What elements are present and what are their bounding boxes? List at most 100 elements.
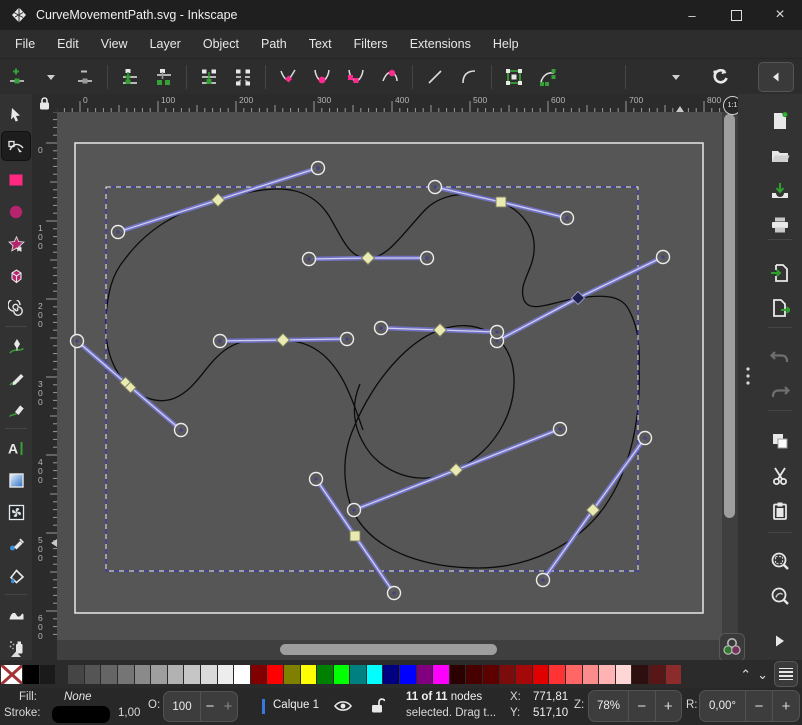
menu-view[interactable]: View <box>90 33 139 55</box>
swatch-7a0c0c[interactable] <box>500 665 516 684</box>
swatch-008080[interactable] <box>350 665 366 684</box>
swatch-e00000[interactable] <box>533 665 549 684</box>
swatch-000000[interactable] <box>23 665 39 684</box>
swatch-b2b2b2[interactable] <box>168 665 184 684</box>
panel-grip-icon[interactable] <box>744 366 752 388</box>
node-handle[interactable] <box>491 326 504 339</box>
cut-button[interactable] <box>769 465 791 487</box>
canvas[interactable] <box>57 112 722 640</box>
node-handle[interactable] <box>421 252 434 265</box>
break-node-button[interactable] <box>194 63 224 91</box>
zoom-selection-button[interactable] <box>769 550 791 572</box>
swatch-dadada[interactable] <box>201 665 217 684</box>
swatch-800000[interactable] <box>251 665 267 684</box>
tool-node-editor[interactable] <box>2 132 30 160</box>
undo-button[interactable] <box>769 346 791 368</box>
horizontal-scrollbar-thumb[interactable] <box>280 644 497 655</box>
tool-spiral[interactable] <box>2 294 30 322</box>
insert-node-dropdown[interactable] <box>36 63 66 91</box>
ruler-lock-button[interactable] <box>32 94 57 112</box>
node-handle[interactable] <box>71 335 84 348</box>
rotation-increase-icon[interactable]: + <box>773 698 799 715</box>
swatch-c6c6c6[interactable] <box>184 665 200 684</box>
vertical-scrollbar[interactable] <box>722 112 738 640</box>
open-document-button[interactable] <box>769 145 791 167</box>
opacity-decrease-icon[interactable]: − <box>201 698 219 715</box>
swatch-ffd6d6[interactable] <box>616 665 632 684</box>
rotation-decrease-icon[interactable]: − <box>746 698 772 715</box>
vertical-scrollbar-thumb[interactable] <box>724 114 735 518</box>
swatch-2e0f0f[interactable] <box>632 665 648 684</box>
commands-overflow-button[interactable] <box>769 630 791 652</box>
save-document-button[interactable] <box>769 180 791 202</box>
fill-value[interactable]: None <box>64 691 92 703</box>
opacity-increase-icon[interactable]: + <box>219 698 237 715</box>
smooth-node-button[interactable] <box>307 63 337 91</box>
path-node-square[interactable] <box>496 197 506 207</box>
curve-segment-button[interactable] <box>454 63 484 91</box>
opacity-value[interactable]: 100 <box>164 701 200 713</box>
duplicate-button[interactable] <box>769 430 791 452</box>
node-handle[interactable] <box>214 335 227 348</box>
swatch-ffff00[interactable] <box>301 665 317 684</box>
swatch-00ff00[interactable] <box>334 665 350 684</box>
stroke-swatch[interactable] <box>52 706 110 723</box>
close-button[interactable]: × <box>758 0 802 30</box>
swatch-a40808[interactable] <box>516 665 532 684</box>
node-handle[interactable] <box>112 226 125 239</box>
horizontal-ruler[interactable]: 0100200300400500600700800 <box>57 94 722 112</box>
paste-button[interactable] <box>769 500 791 522</box>
menu-object[interactable]: Object <box>192 33 250 55</box>
menu-path[interactable]: Path <box>250 33 298 55</box>
show-transform-handles-button[interactable] <box>705 63 735 91</box>
horizontal-scrollbar[interactable] <box>57 640 722 660</box>
tool-calligraphy[interactable] <box>2 396 30 424</box>
path-node-square[interactable] <box>350 531 360 541</box>
tool-dropper[interactable] <box>2 530 30 558</box>
redo-button[interactable] <box>769 381 791 403</box>
swatch-ffb3b3[interactable] <box>599 665 615 684</box>
swatch-757575[interactable] <box>118 665 134 684</box>
swatch-656565[interactable] <box>101 665 117 684</box>
swatch-555555[interactable] <box>85 665 101 684</box>
node-handle[interactable] <box>657 251 670 264</box>
swatch-ff6666[interactable] <box>566 665 582 684</box>
opacity-spinner[interactable]: 100 − + <box>163 691 238 722</box>
tool-pen[interactable] <box>2 332 30 360</box>
swatch-none[interactable] <box>1 665 22 684</box>
node-handle[interactable] <box>554 423 567 436</box>
tool-text[interactable]: A <box>2 434 30 462</box>
menu-filters[interactable]: Filters <box>343 33 399 55</box>
tool-selector[interactable] <box>2 101 30 129</box>
menu-layer[interactable]: Layer <box>139 33 192 55</box>
swatch-800080[interactable] <box>417 665 433 684</box>
color-managed-view-button[interactable] <box>719 633 745 662</box>
tool-tweak[interactable] <box>2 600 30 628</box>
join-nodes-button[interactable] <box>115 63 145 91</box>
tool-rectangle[interactable] <box>2 166 30 194</box>
delete-segment-button[interactable] <box>228 63 258 91</box>
more-options-dropdown[interactable] <box>661 63 691 91</box>
object-to-path-button[interactable] <box>499 63 529 91</box>
layer-name[interactable]: Calque 1 <box>273 699 319 711</box>
node-handle[interactable] <box>310 473 323 486</box>
swatch-8c2b2b[interactable] <box>666 665 682 684</box>
swatch-00ffff[interactable] <box>367 665 383 684</box>
zoom-decrease-icon[interactable]: − <box>629 698 655 715</box>
swatch-0000ff[interactable] <box>400 665 416 684</box>
node-handle[interactable] <box>429 181 442 194</box>
vertical-ruler[interactable]: 0100200300400500600 <box>32 112 57 640</box>
new-document-button[interactable] <box>769 110 791 132</box>
node-handle[interactable] <box>639 432 652 445</box>
swatch-571717[interactable] <box>649 665 665 684</box>
node-handle[interactable] <box>303 253 316 266</box>
join-segment-button[interactable] <box>149 63 179 91</box>
menu-text[interactable]: Text <box>298 33 343 55</box>
swatch-ff00ff[interactable] <box>433 665 449 684</box>
swatch-808000[interactable] <box>284 665 300 684</box>
swatch-9e9e9e[interactable] <box>151 665 167 684</box>
tool-paint-bucket[interactable] <box>2 562 30 590</box>
insert-node-button[interactable] <box>2 63 32 91</box>
stroke-width-value[interactable]: 1,00 <box>118 707 140 719</box>
export-button[interactable] <box>769 297 791 319</box>
